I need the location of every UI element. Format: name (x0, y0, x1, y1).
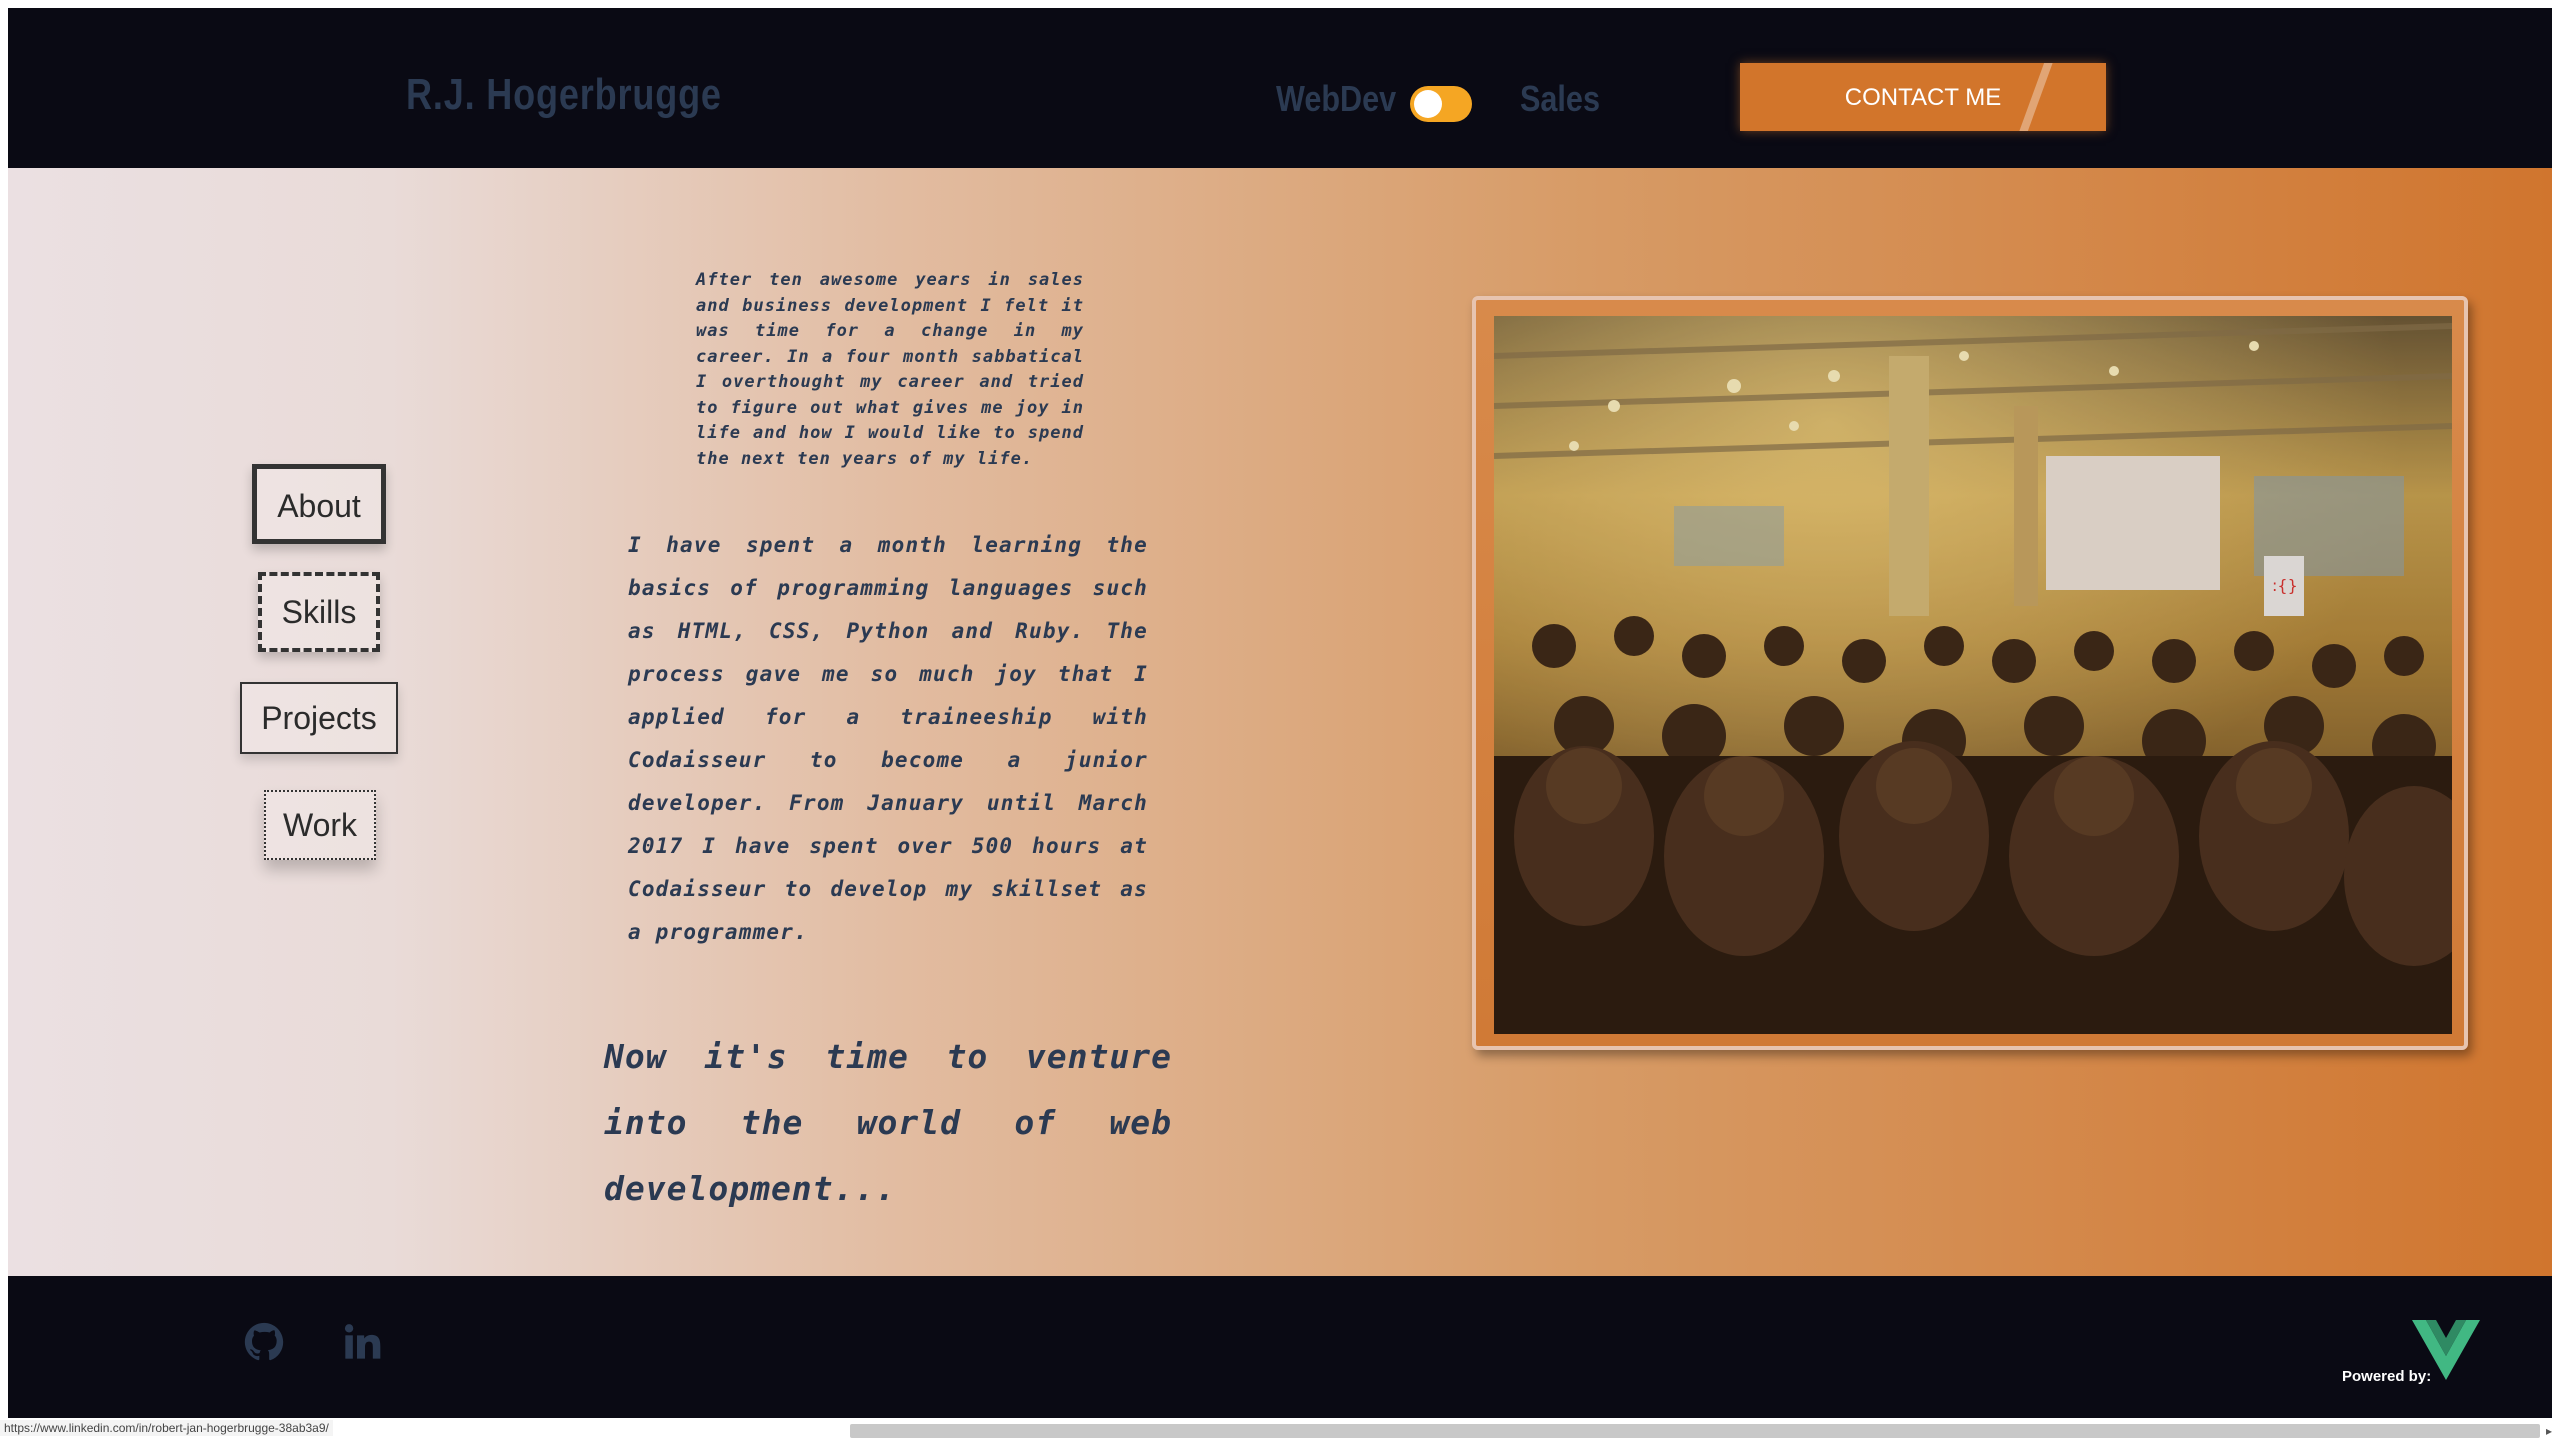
sidebar-item-about[interactable]: About (252, 464, 386, 544)
header: R.J. Hogerbrugge WebDev Sales CONTACT ME (8, 8, 2552, 168)
mode-toggle[interactable] (1410, 86, 1472, 122)
github-icon[interactable] (244, 1322, 284, 1362)
main-content: About Skills Projects Work After ten awe… (8, 168, 2552, 1276)
sidebar-item-projects[interactable]: Projects (240, 682, 398, 754)
contact-me-label: CONTACT ME (1844, 84, 2002, 111)
scroll-right-arrow-icon[interactable]: ▸ (2546, 1424, 2552, 1438)
footer: Powered by: (8, 1276, 2552, 1418)
brand-logo[interactable]: R.J. Hogerbrugge (406, 70, 722, 120)
linkedin-icon[interactable] (342, 1322, 382, 1362)
page-frame: R.J. Hogerbrugge WebDev Sales CONTACT ME… (8, 8, 2552, 1418)
toggle-label-sales[interactable]: Sales (1520, 78, 1600, 120)
event-photo: :{} (1494, 316, 2452, 1034)
status-bar-url: https://www.linkedin.com/in/robert-jan-h… (0, 1420, 333, 1436)
vue-logo[interactable] (2412, 1320, 2480, 1380)
toggle-knob (1414, 90, 1442, 118)
sidebar-item-skills[interactable]: Skills (258, 572, 380, 652)
about-paragraph-3: Now it's time to venture into the world … (604, 1037, 1172, 1208)
toggle-label-webdev[interactable]: WebDev (1276, 78, 1396, 120)
photo-frame: :{} (1472, 296, 2468, 1050)
about-paragraph-1: After ten awesome years in sales and bus… (696, 270, 1084, 469)
button-shine (2018, 63, 2054, 131)
contact-me-button[interactable]: CONTACT ME (1740, 63, 2106, 131)
horizontal-scrollbar[interactable] (850, 1424, 2540, 1438)
sidebar-item-work[interactable]: Work (264, 790, 376, 860)
about-paragraph-2: I have spent a month learning the basics… (628, 533, 1148, 944)
